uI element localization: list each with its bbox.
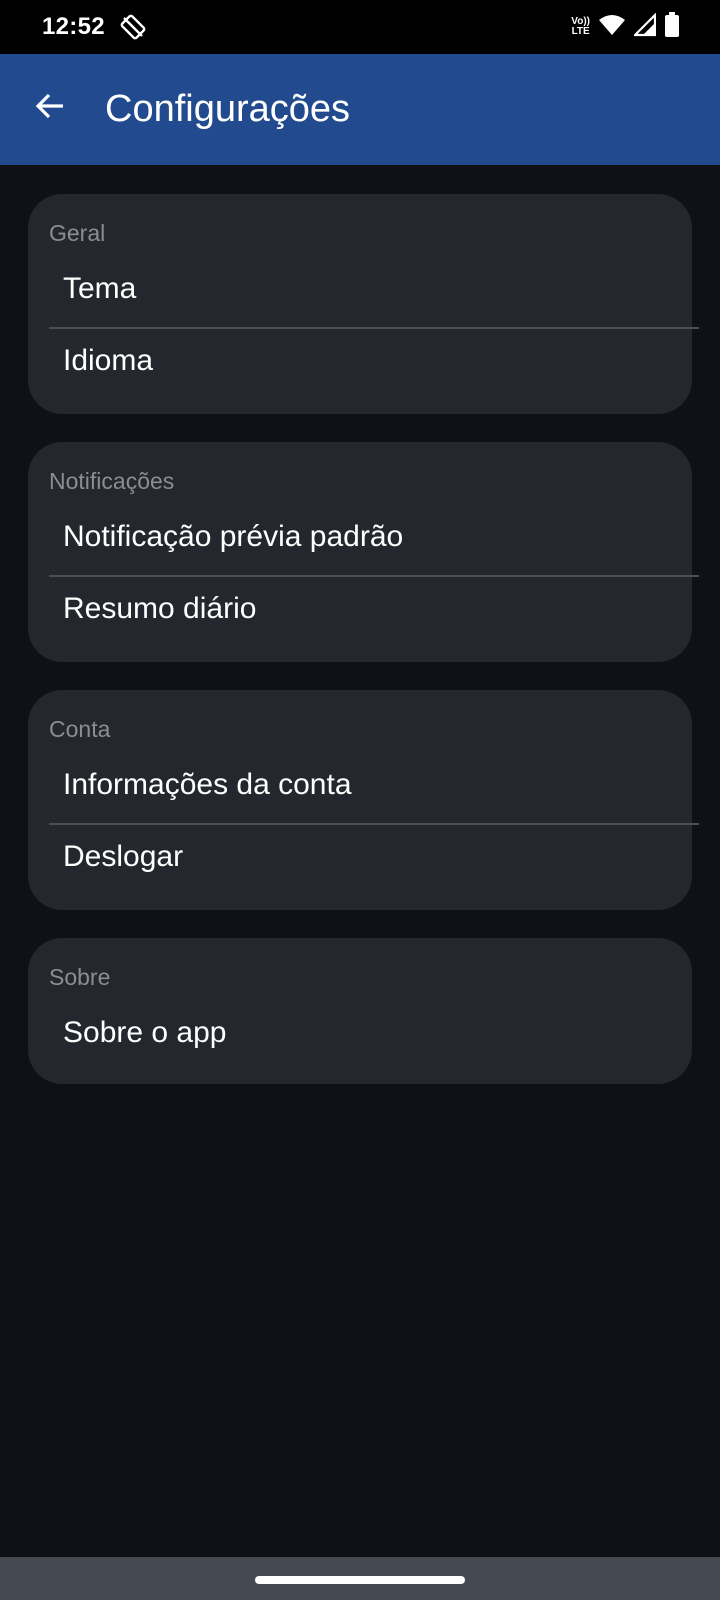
arrow-left-icon — [34, 90, 66, 127]
section-card-geral: Geral Tema Idioma — [28, 194, 699, 414]
section-title: Sobre — [49, 964, 111, 990]
settings-item-label: Informações da conta — [63, 768, 352, 801]
section-title: Conta — [49, 716, 111, 742]
settings-item-idioma[interactable]: Idioma — [49, 328, 699, 398]
settings-item-informacoes-da-conta[interactable]: Informações da conta — [49, 750, 699, 820]
settings-item-label: Tema — [63, 272, 137, 305]
home-gesture-handle[interactable] — [255, 1576, 465, 1584]
back-button[interactable] — [26, 84, 74, 132]
section-card-notificacoes: Notificações Notificação prévia padrão R… — [28, 442, 699, 662]
settings-item-label: Idioma — [63, 344, 154, 377]
settings-item-label: Resumo diário — [63, 592, 257, 625]
settings-item-resumo-diario[interactable]: Resumo diário — [49, 576, 699, 646]
navigation-bar — [0, 1557, 720, 1600]
settings-item-notificacao-previa-padrao[interactable]: Notificação prévia padrão — [49, 502, 699, 572]
signal-icon — [632, 11, 657, 42]
settings-item-label: Sobre o app — [63, 1016, 227, 1049]
status-bar: 12:52 Vo)) LTE — [0, 0, 720, 54]
settings-item-label: Deslogar — [63, 840, 184, 873]
wifi-icon — [598, 13, 626, 42]
section-card-sobre: Sobre Sobre o app — [28, 938, 692, 1084]
battery-icon — [664, 11, 680, 43]
rotate-icon — [120, 14, 146, 40]
settings-item-tema[interactable]: Tema — [49, 254, 699, 324]
status-time: 12:52 — [42, 13, 105, 40]
app-bar: Configurações — [0, 54, 720, 165]
section-title: Geral — [49, 220, 106, 246]
page-title: Configurações — [105, 88, 351, 130]
settings-item-label: Notificação prévia padrão — [63, 520, 404, 553]
settings-item-sobre-o-app[interactable]: Sobre o app — [49, 998, 699, 1068]
lte-label: LTE — [571, 26, 590, 37]
volte-indicator: Vo)) LTE — [571, 17, 590, 37]
section-card-conta: Conta Informações da conta Deslogar — [28, 690, 699, 910]
settings-item-deslogar[interactable]: Deslogar — [49, 824, 699, 894]
section-title: Notificações — [49, 468, 175, 494]
status-icons: Vo)) LTE — [571, 11, 680, 43]
